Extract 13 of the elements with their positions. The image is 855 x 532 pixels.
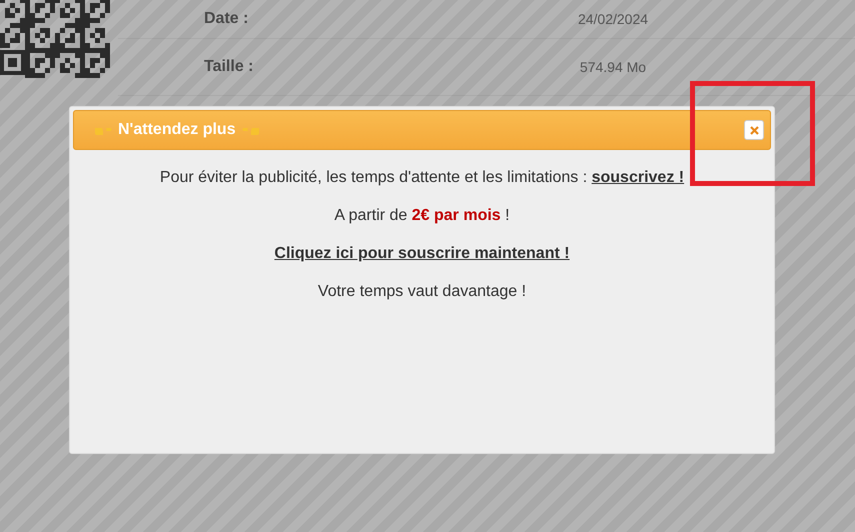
subscribe-link[interactable]: souscrivez ! — [592, 169, 684, 186]
close-icon — [750, 126, 758, 134]
detail-value: 574.94 Mo — [578, 59, 648, 75]
detail-value: 24/02/2024 — [576, 11, 650, 27]
qr-code-icon — [0, 0, 110, 78]
tagline-text: Votre temps vaut davantage ! — [316, 282, 528, 302]
detail-label: Date : — [203, 10, 250, 28]
detail-label: Taille : — [203, 58, 254, 76]
subscribe-now-link[interactable]: Cliquez ici pour souscrire maintenant ! — [274, 245, 570, 262]
price-text: A partir de 2€ par mois ! — [333, 206, 511, 226]
close-button[interactable] — [744, 120, 764, 140]
dialog-title: N'attendez plus — [118, 121, 236, 139]
intro-text: Pour éviter la publicité, les temps d'attente et les limitations : souscrivez ! — [158, 168, 686, 188]
